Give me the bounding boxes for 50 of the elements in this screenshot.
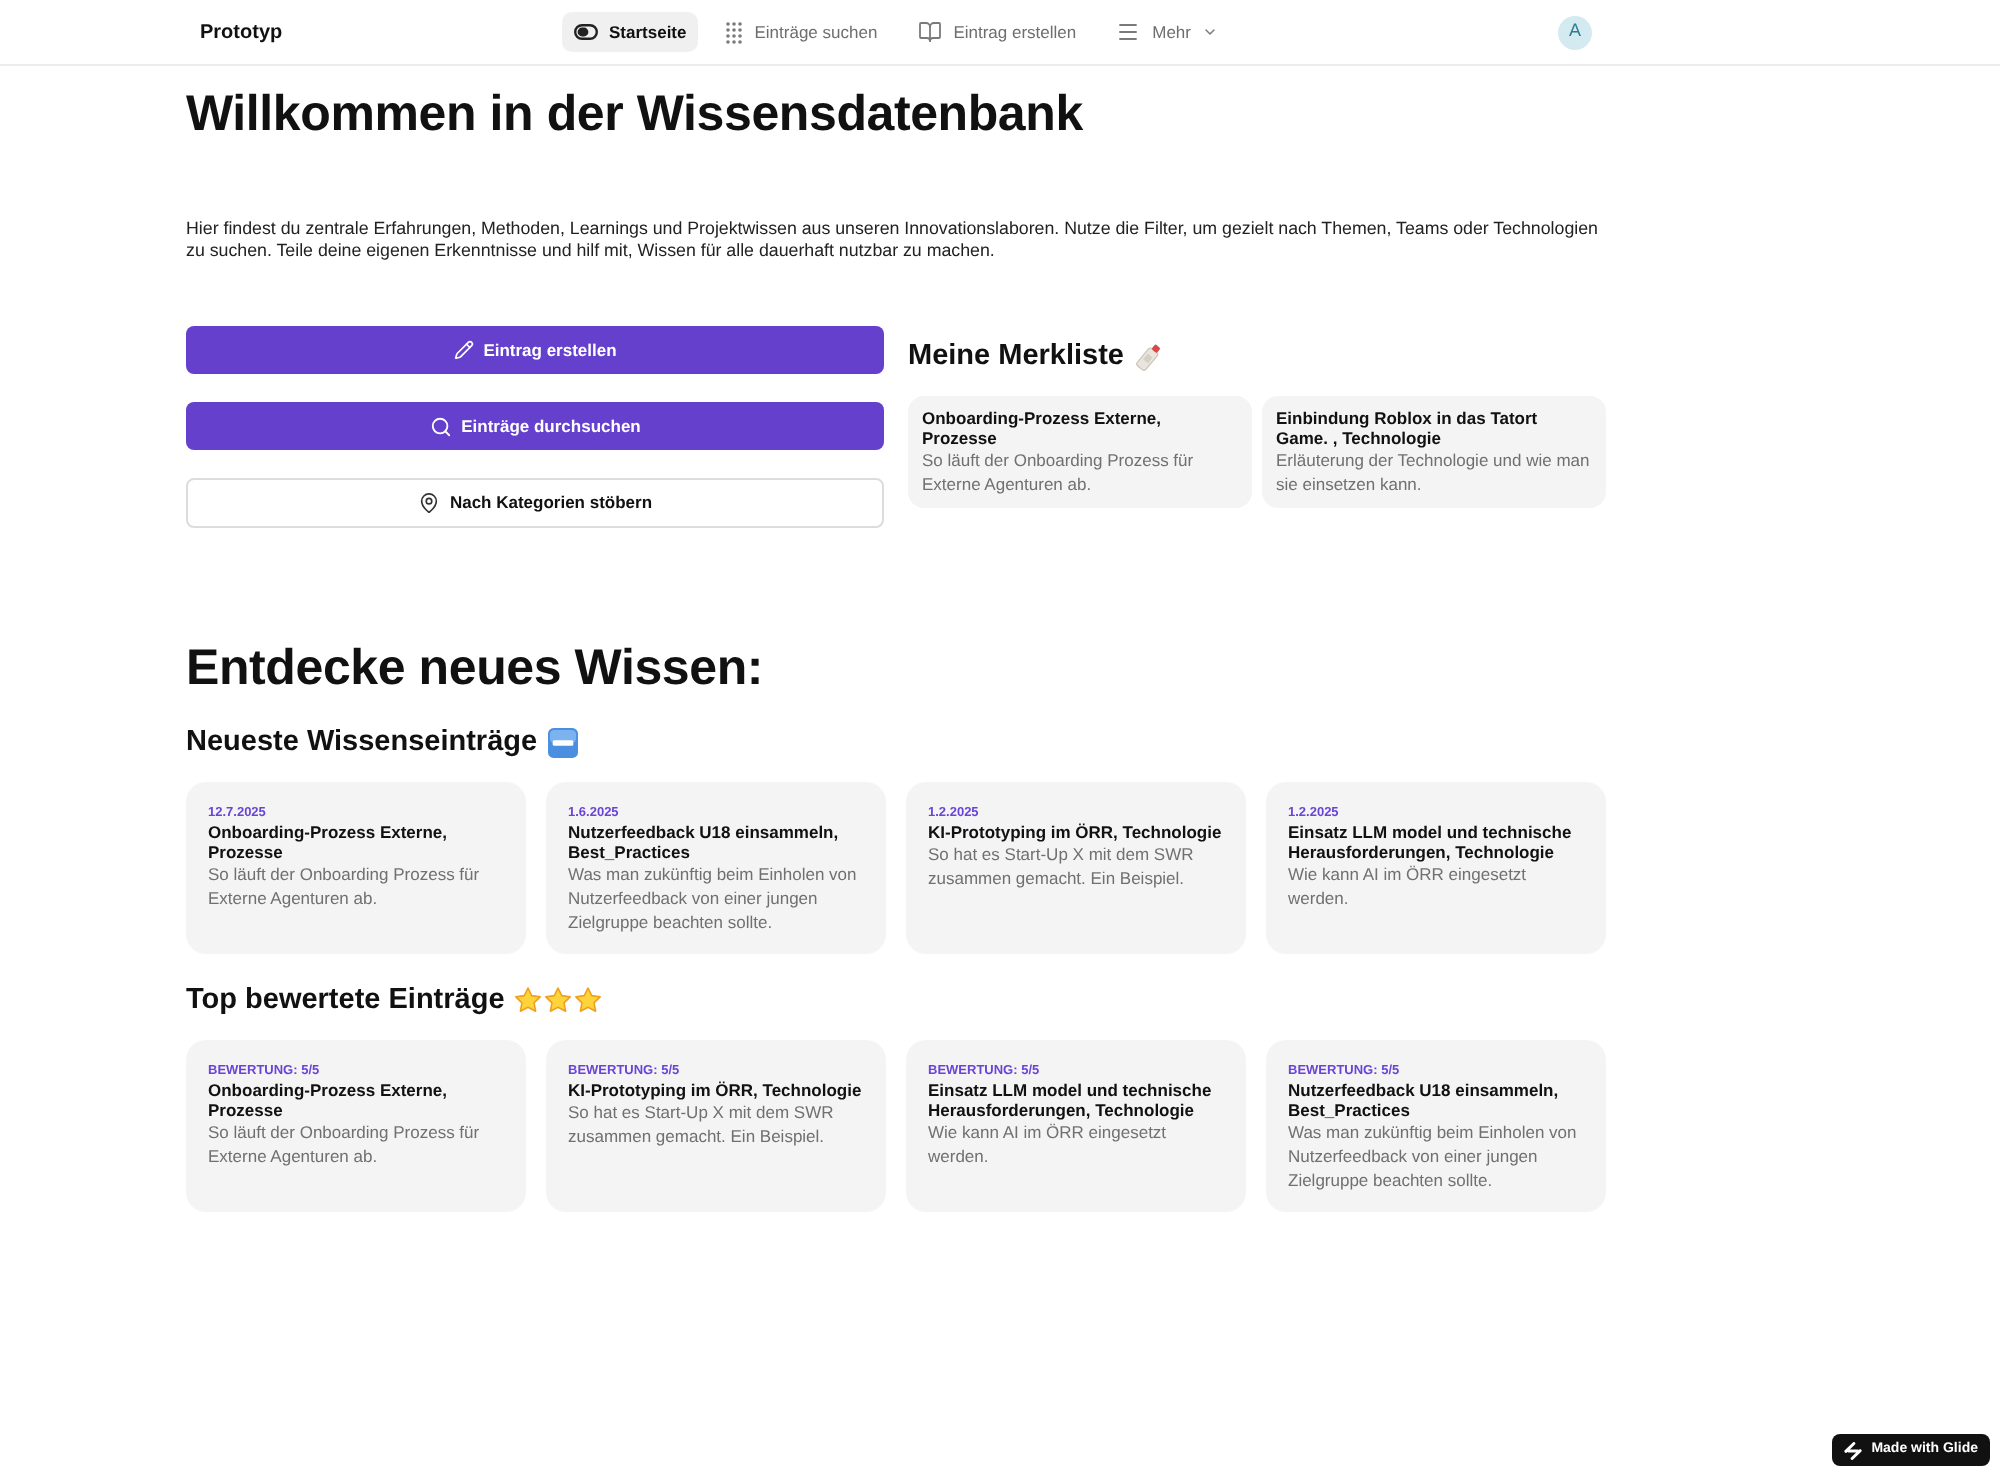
intro-paragraph: Hier findest du zentrale Erfahrungen, Methoden, Learnings und Projektwissen aus unseren Innovationslaboren. Nutze die Filter, um gezielt nach Themen, Teams oder Technologien zu suchen. Teile deine eigenen Erkenntnisse und hilf mit, Wissen für alle dauerhaft nutzbar zu machen. (186, 218, 1600, 260)
entry-description: Wie kann AI im ÖRR eingesetzt werden. (1288, 862, 1529, 910)
entry-title: Nutzerfeedback U18 einsammeln, Best_Practices (1288, 1080, 1561, 1120)
discover-heading: Entdecke neues Wissen: (186, 638, 764, 698)
dot-grid-icon (726, 21, 743, 43)
entry-description: So hat es Start-Up X mit dem SWR zusammen gemacht. Ein Beispiel. (928, 842, 1196, 890)
entry-title: Onboarding-Prozess Externe, Prozesse (208, 822, 449, 862)
star-icon (514, 986, 543, 1014)
menu-icon (1116, 20, 1141, 44)
pencil-icon (453, 340, 474, 360)
watchlist-heading: Meine Merkliste (908, 338, 1124, 376)
user-avatar[interactable]: A (1558, 15, 1592, 49)
entry-title: Nutzerfeedback U18 einsammeln, Best_Practices (568, 822, 841, 862)
toggle-icon (573, 24, 597, 40)
book-icon (917, 20, 942, 44)
entry-description: Wie kann AI im ÖRR eingesetzt werden. (928, 1120, 1169, 1168)
action-button[interactable]: Eintrag erstellen (186, 326, 884, 374)
square-badge-icon (547, 727, 578, 757)
entry-title: KI-Prototyping im ÖRR, Technologie (928, 822, 1222, 842)
entry-description: So läuft der Onboarding Prozess für Externe Agenturen ab. (208, 862, 482, 910)
brand-name[interactable]: Prototyp (200, 17, 283, 47)
watchlist-description: So läuft der Onboarding Prozess für Externe Agenturen ab. (922, 448, 1196, 496)
nav-tab[interactable]: Einträge suchen (714, 12, 890, 52)
watchlist-description: Erläuterung der Technologie und wie man sie einsetzen kann. (1276, 448, 1592, 496)
entry-description: So läuft der Onboarding Prozess für Externe Agenturen ab. (208, 1120, 482, 1168)
star-icon (574, 986, 603, 1014)
star-icon (544, 986, 573, 1014)
nav-tab[interactable]: Eintrag erstellen (905, 12, 1089, 52)
entry-description: So hat es Start-Up X mit dem SWR zusammen gemacht. Ein Beispiel. (568, 1100, 836, 1148)
entry-title: Onboarding-Prozess Externe, Prozesse (208, 1080, 449, 1120)
watchlist-title: Einbindung Roblox in das Tatort Game. , Technologie (1276, 408, 1540, 448)
watchlist-title: Onboarding-Prozess Externe, Prozesse (922, 408, 1163, 448)
action-button[interactable]: Nach Kategorien stöbern (186, 478, 884, 528)
entry-description: Was man zukünftig beim Einholen von Nutzerfeedback von einer jungen Zielgruppe beachten sollte. (1288, 1120, 1579, 1192)
map-pin-icon (417, 492, 440, 514)
section-heading: Neueste Wissenseinträge (186, 724, 538, 762)
entry-description: Was man zukünftig beim Einholen von Nutzerfeedback von einer jungen Zielgruppe beachten sollte. (568, 862, 859, 934)
logo-icon (1843, 1441, 1862, 1459)
section-heading: Top bewertete Einträge (186, 982, 505, 1020)
watchlist-card[interactable]: Onboarding-Prozess Externe, Prozesse So läuft der Onboarding Prozess für Externe Agenturen ab. (908, 396, 1252, 508)
search-icon (429, 415, 452, 437)
entry-title: KI-Prototyping im ÖRR, Technologie (568, 1080, 862, 1100)
entry-title: Einsatz LLM model und technische Herausforderungen, Technologie (1288, 822, 1574, 862)
chevron-down-icon (1202, 24, 1219, 40)
nav-tab[interactable]: Startseite (561, 12, 699, 52)
page-title: Willkommen in der Wissensdatenbank (186, 84, 1083, 144)
nav-tab[interactable]: Mehr (1104, 12, 1231, 52)
entry-title: Einsatz LLM model und technische Herausforderungen, Technologie (928, 1080, 1214, 1120)
watchlist-card[interactable]: Einbindung Roblox in das Tatort Game. , Technologie Erläuterung der Technologie und wie man sie einsetzen kann. (1262, 396, 1606, 508)
action-button[interactable]: Einträge durchsuchen (186, 402, 884, 450)
